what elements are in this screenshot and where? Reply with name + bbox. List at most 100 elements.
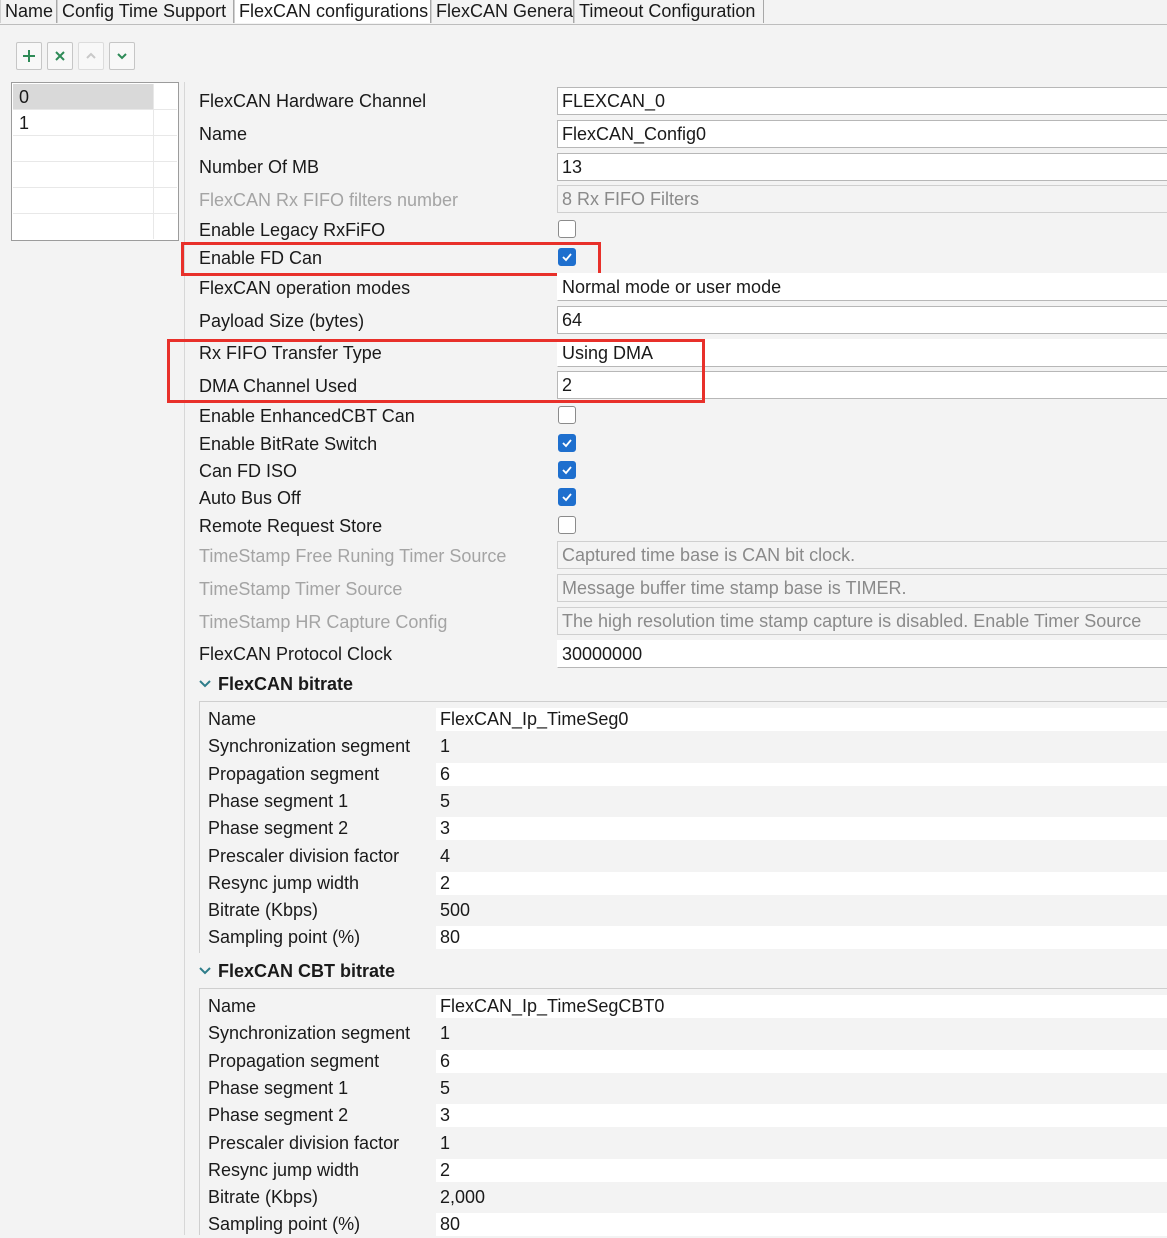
table-row-key: Bitrate (Kbps) [208, 900, 319, 921]
ts-hr-capture-field: The high resolution time stamp capture i… [557, 607, 1167, 635]
move-up-button[interactable] [78, 42, 104, 70]
table-row-value[interactable]: 500 [436, 899, 1167, 922]
table-row-value[interactable]: 1 [436, 1022, 1167, 1045]
list-item[interactable]: 1 [13, 110, 177, 136]
table-row-value[interactable]: 3 [436, 817, 1167, 841]
table-row-key: Phase segment 2 [208, 818, 349, 839]
table-row-key: Phase segment 1 [208, 1077, 349, 1098]
payload-size-field[interactable]: 64 [557, 306, 1167, 334]
name-field[interactable]: FlexCAN_Config0 [557, 120, 1167, 148]
check-icon [562, 439, 572, 448]
protocol-clock-field[interactable]: 30000000 [557, 640, 1167, 668]
table-row: Phase segment 1 5 [200, 1075, 1167, 1102]
table-row-key: Prescaler division factor [208, 1132, 400, 1153]
bitrate-switch-checkbox[interactable] [558, 434, 576, 452]
name-label: Name [199, 124, 248, 144]
table-row-key: Synchronization segment [208, 1023, 411, 1044]
fd-iso-checkbox[interactable] [558, 461, 576, 479]
table-row: Prescaler division factor 4 [200, 843, 1167, 870]
table-row-value[interactable]: 2 [436, 1158, 1167, 1182]
table-row-value[interactable]: 1 [436, 735, 1167, 758]
fd-iso-label: Can FD ISO [199, 461, 298, 481]
enhanced-cbt-checkbox[interactable] [558, 406, 576, 424]
table-row: Name FlexCAN_Ip_TimeSegCBT0 [200, 993, 1167, 1020]
legacy-rxfifo-label: Enable Legacy RxFiFO [199, 220, 386, 240]
table-row-key: Synchronization segment [208, 736, 411, 757]
cbt-bitrate-section-title: FlexCAN CBT bitrate [218, 961, 396, 981]
table-row-key: Name [208, 709, 257, 729]
number-of-mb-label: Number Of MB [199, 157, 320, 177]
ts-timer-source-label: TimeStamp Timer Source [199, 579, 403, 599]
tab-flexcan-general[interactable]: FlexCAN General [431, 0, 577, 23]
remove-icon [55, 51, 65, 61]
protocol-clock-label: FlexCAN Protocol Clock [199, 644, 393, 664]
table-row: Phase segment 2 3 [200, 815, 1167, 842]
hardware-channel-field[interactable]: FLEXCAN_0 [557, 87, 1167, 115]
remove-button[interactable] [47, 42, 73, 70]
chevron-up-icon [86, 52, 96, 59]
table-row-value[interactable]: 80 [436, 1213, 1167, 1237]
table-row-key: Prescaler division factor [208, 845, 400, 866]
table-row-value[interactable]: 2 [436, 871, 1167, 895]
list-empty-row [13, 136, 177, 162]
table-row-value[interactable]: FlexCAN_Ip_TimeSeg0 [436, 708, 1167, 731]
table-row-value[interactable]: 6 [436, 762, 1167, 786]
list-item-label: 1 [13, 110, 154, 135]
payload-size-label: Payload Size (bytes) [199, 311, 365, 331]
chevron-down-icon [117, 53, 127, 60]
table-row: Sampling point (%) 80 [200, 1211, 1167, 1238]
legacy-rxfifo-checkbox[interactable] [558, 220, 576, 238]
table-row: Propagation segment 6 [200, 761, 1167, 788]
table-row-value[interactable]: 2,000 [436, 1186, 1167, 1209]
auto-bus-off-label: Auto Bus Off [199, 488, 301, 508]
ts-free-timer-field: Captured time base is CAN bit clock. [557, 541, 1167, 569]
bitrate-switch-label: Enable BitRate Switch [199, 434, 378, 454]
table-row-key: Bitrate (Kbps) [208, 1187, 319, 1208]
rx-fifo-filters-label: FlexCAN Rx FIFO filters number [199, 190, 459, 210]
ts-hr-capture-label: TimeStamp HR Capture Config [199, 612, 448, 632]
operation-modes-field[interactable]: Normal mode or user mode [557, 273, 1167, 301]
tab-flexcan-configurations[interactable]: FlexCAN configurations [234, 0, 431, 23]
table-row-key: Propagation segment [208, 1050, 380, 1071]
bitrate-table: Name FlexCAN_Ip_TimeSeg0 Synchronization s… [199, 701, 1167, 953]
table-row-value[interactable]: FlexCAN_Ip_TimeSegCBT0 [436, 995, 1167, 1018]
table-row: Synchronization segment 1 [200, 1020, 1167, 1047]
table-row-value[interactable]: 80 [436, 926, 1167, 950]
add-icon [23, 50, 35, 62]
cbt-bitrate-table: Name FlexCAN_Ip_TimeSegCBT0 Synchronizatio… [199, 988, 1167, 1238]
chevron-down-icon [199, 967, 211, 975]
check-icon [562, 493, 572, 502]
table-row-key: Sampling point (%) [208, 1214, 361, 1235]
hardware-channel-label: FlexCAN Hardware Channel [199, 91, 427, 111]
table-row-key: Sampling point (%) [208, 927, 361, 948]
ts-free-timer-label: TimeStamp Free Runing Timer Source [199, 546, 507, 566]
list-item[interactable]: 0 [13, 84, 177, 110]
table-row-key: Name [208, 996, 257, 1016]
number-of-mb-field[interactable]: 13 [557, 153, 1167, 181]
remote-request-store-label: Remote Request Store [199, 516, 383, 536]
table-row-value[interactable]: 3 [436, 1104, 1167, 1128]
table-row: Phase segment 2 3 [200, 1102, 1167, 1129]
table-row-value[interactable]: 6 [436, 1049, 1167, 1073]
table-row-value[interactable]: 5 [436, 1077, 1167, 1100]
table-row-value[interactable]: 5 [436, 790, 1167, 813]
list-empty-row [13, 162, 177, 188]
table-row-value[interactable]: 1 [436, 1132, 1167, 1155]
table-row: Sampling point (%) 80 [200, 924, 1167, 951]
bitrate-section-title: FlexCAN bitrate [218, 674, 354, 694]
tab-timeout-configuration[interactable]: Timeout Configuration [574, 0, 764, 23]
remote-request-store-checkbox[interactable] [558, 516, 576, 534]
table-row: Prescaler division factor 1 [200, 1130, 1167, 1157]
table-row-key: Propagation segment [208, 763, 380, 784]
check-icon [562, 466, 572, 475]
rx-fifo-filters-field: 8 Rx FIFO Filters [557, 185, 1167, 213]
config-list: 0 1 [11, 82, 179, 241]
table-row-key: Phase segment 2 [208, 1105, 349, 1126]
move-down-button[interactable] [109, 42, 135, 70]
table-row-value[interactable]: 4 [436, 845, 1167, 868]
tab-config-time-support[interactable]: Config Time Support [57, 0, 234, 23]
list-empty-row [13, 214, 177, 240]
add-button[interactable] [16, 42, 42, 70]
tab-name[interactable]: Name [0, 0, 57, 23]
auto-bus-off-checkbox[interactable] [558, 488, 576, 506]
